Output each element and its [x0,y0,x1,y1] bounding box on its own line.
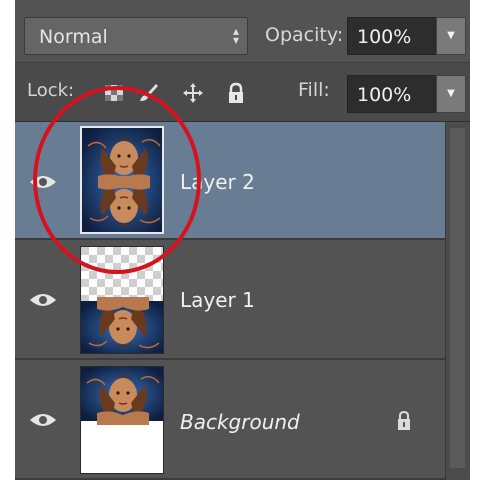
layers-options-bar: Normal ▴ ▾ Opacity: 100% ▼ [15,0,470,62]
eye-icon[interactable] [27,410,59,430]
eye-icon[interactable] [27,290,59,310]
fill-dropdown-button[interactable]: ▼ [436,75,466,113]
lock-label: Lock: [27,80,75,101]
layer-name[interactable]: Layer 1 [180,288,255,312]
fill-input[interactable]: 100% [347,75,437,113]
lock-all-icon[interactable] [225,82,247,104]
lock-move-icon[interactable] [182,82,204,104]
opacity-label: Opacity: [265,24,344,46]
layer-lock-icon[interactable] [395,410,413,432]
updown-arrows-icon: ▴ ▾ [232,24,239,47]
layers-panel: Normal ▴ ▾ Opacity: 100% ▼ Lock: Fill: 1… [15,0,470,480]
portrait-image [81,367,163,473]
opacity-value: 100% [357,26,412,48]
layer-thumbnail[interactable] [80,366,164,474]
layer-name[interactable]: Background [180,410,300,434]
chevron-down-icon: ▼ [447,30,455,41]
blend-mode-value: Normal [39,26,108,48]
scrollbar-thumb[interactable] [450,128,465,468]
fill-value: 100% [357,84,412,106]
annotation-circle [33,86,201,274]
opacity-dropdown-button[interactable]: ▼ [436,17,466,55]
blend-mode-dropdown[interactable]: Normal ▴ ▾ [24,17,248,55]
layers-scrollbar[interactable] [445,122,470,480]
opacity-input[interactable]: 100% [347,17,437,55]
chevron-down-icon: ▼ [447,88,455,99]
fill-label: Fill: [298,79,330,101]
layer-row-background[interactable]: Background [15,362,445,480]
